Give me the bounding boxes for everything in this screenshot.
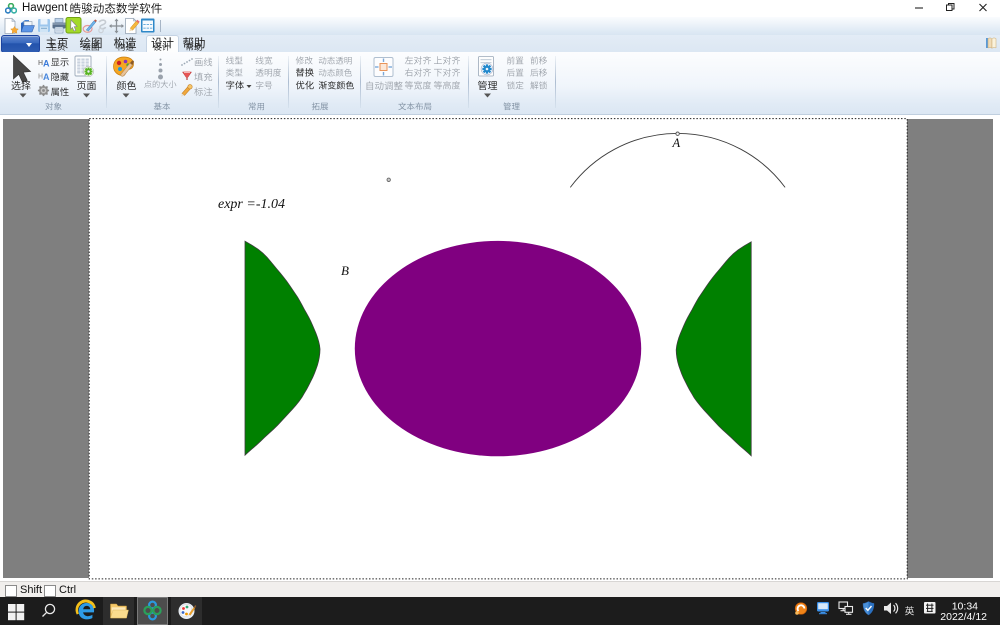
- svg-text:A: A: [672, 136, 681, 150]
- svg-text:expr =-1.04: expr =-1.04: [218, 197, 285, 212]
- svg-text:2022/4/12: 2022/4/12: [940, 611, 987, 623]
- svg-text:A: A: [43, 72, 50, 82]
- svg-text:B: B: [341, 263, 349, 278]
- svg-text:A: A: [43, 59, 50, 69]
